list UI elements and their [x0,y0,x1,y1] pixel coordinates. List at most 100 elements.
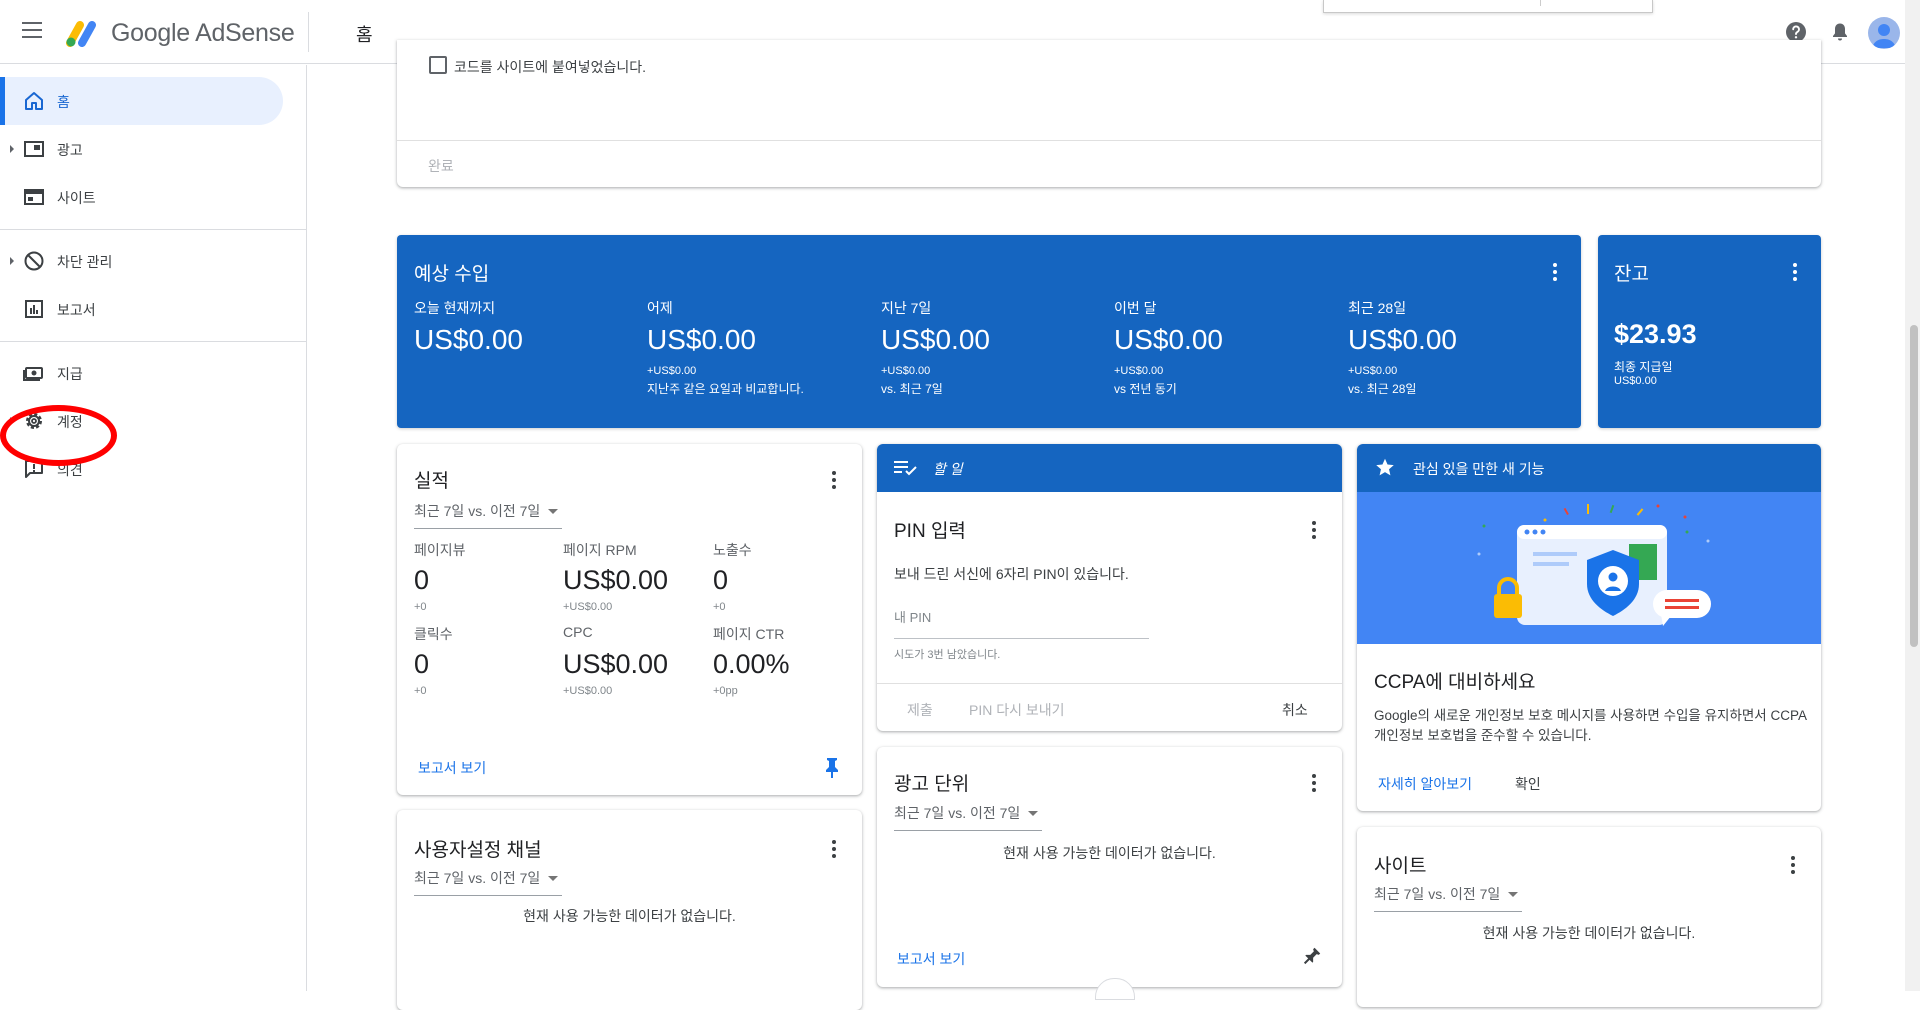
date-range-value: 최근 7일 vs. 이전 7일 [894,805,1021,821]
metric-value: 0 [414,565,430,595]
dropdown-caret-icon [1508,892,1519,897]
payments-highlight-ring [0,405,117,466]
last-payment-label: 최종 지급일 [1614,360,1673,374]
earnings-value: US$0.00 [647,324,756,355]
sidebar-item-blocking[interactable]: 차단 관리 [0,237,283,285]
date-range-select[interactable]: 최근 7일 vs. 이전 7일 [414,868,562,896]
earnings-delta: +US$0.00 [647,365,697,377]
more-options-icon[interactable] [1793,263,1797,281]
metric-delta: +0 [414,685,427,697]
confirm-button[interactable]: 확인 [1515,774,1541,794]
earnings-note: 지난주 같은 요일과 비교합니다. [647,382,804,396]
metric-delta: +0pp [713,685,738,697]
ad-unit-icon [24,141,44,157]
earnings-label: 오늘 현재까지 [414,300,496,316]
metric-label: 페이지 RPM [563,542,637,558]
sidebar-divider [0,341,306,342]
metric-label: 노출수 [713,542,752,558]
earnings-value: US$0.00 [881,324,990,355]
date-range-select[interactable]: 최근 7일 vs. 이전 7일 [894,803,1042,831]
page-scrollbar-thumb[interactable] [1910,325,1918,647]
sidebar-item-label: 차단 관리 [57,254,113,270]
pin-icon[interactable] [1301,947,1321,967]
header-divider [308,12,309,52]
sidebar-item-ads[interactable]: 광고 [0,125,283,173]
sidebar-item-home[interactable]: 홈 [0,77,283,125]
sidebar-item-payments[interactable]: 지급 [0,349,283,397]
earnings-label: 지난 7일 [881,300,932,316]
todo-header-label: 할 일 [933,461,963,477]
metric-value: US$0.00 [563,649,669,679]
estimated-earnings-card: 예상 수입 오늘 현재까지 US$0.00 어제 US$0.00 +US$0.0… [397,235,1581,428]
home-icon [25,92,43,110]
metric-value: 0 [713,565,729,595]
dropdown-caret-icon [1028,811,1039,816]
pin-icon[interactable] [824,757,840,779]
sidebar-item-label: 홈 [57,94,70,110]
card-title: 잔고 [1614,264,1649,285]
payments-icon [23,367,43,381]
more-options-icon[interactable] [1312,521,1316,539]
more-options-icon[interactable] [832,840,836,858]
card-title: 예상 수입 [414,264,490,285]
card-title: PIN 입력 [894,521,966,542]
metric-value: US$0.00 [563,565,669,595]
sidebar-divider [0,229,306,230]
cancel-button[interactable]: 취소 [1282,700,1308,720]
earnings-label: 어제 [647,300,673,316]
ad-units-card: 광고 단위 최근 7일 vs. 이전 7일 현재 사용 가능한 데이터가 없습니… [877,747,1342,987]
date-range-value: 최근 7일 vs. 이전 7일 [414,870,541,886]
metric-label: CPC [563,624,593,640]
earnings-delta: +US$0.00 [1348,365,1398,377]
dropdown-panel-edge [1323,0,1653,13]
sidebar-item-label: 광고 [57,142,83,158]
metric-label: 페이지뷰 [414,542,466,558]
pin-input[interactable]: 내 PIN [894,607,1149,639]
date-range-select[interactable]: 최근 7일 vs. 이전 7일 [414,501,562,529]
code-pasted-checkbox[interactable] [429,56,447,74]
metric-delta: +0 [713,601,726,613]
more-options-icon[interactable] [1312,774,1316,792]
earnings-note: vs. 최근 7일 [881,382,943,396]
card-title: 사이트 [1374,856,1427,877]
more-options-icon[interactable] [1791,856,1795,874]
sidebar-item-reports[interactable]: 보고서 [0,285,283,333]
more-options-icon[interactable] [1553,263,1557,281]
more-options-icon[interactable] [832,471,836,489]
adsense-logo-icon [66,21,96,47]
learn-more-link[interactable]: 자세히 알아보기 [1378,774,1472,794]
card-title: CCPA에 대비하세요 [1374,672,1536,693]
earnings-note: vs 전년 동기 [1114,382,1177,396]
resend-pin-button[interactable]: PIN 다시 보내기 [969,700,1065,720]
earnings-value: US$0.00 [1348,324,1457,355]
bar-chart-icon [25,300,43,318]
expand-arrow-icon[interactable] [10,257,14,265]
dropdown-caret-icon [548,876,559,881]
done-button[interactable]: 완료 [428,156,454,176]
view-report-link[interactable]: 보고서 보기 [418,758,486,778]
sidebar-nav: 홈 광고 사이트 차단 관리 보고서 지급 계정 의견 [0,65,307,991]
expand-arrow-icon[interactable] [10,145,14,153]
earnings-note: vs. 최근 28일 [1348,382,1417,396]
no-data-message: 현재 사용 가능한 데이터가 없습니다. [1482,925,1696,941]
sidebar-item-sites[interactable]: 사이트 [0,173,283,221]
sites-card: 사이트 최근 7일 vs. 이전 7일 현재 사용 가능한 데이터가 없습니다. [1357,827,1821,1007]
earnings-value: US$0.00 [1114,324,1223,355]
notifications-bell-icon[interactable] [1828,20,1852,44]
date-range-select[interactable]: 최근 7일 vs. 이전 7일 [1374,884,1522,912]
sidebar-item-label: 사이트 [57,190,96,206]
submit-button[interactable]: 제출 [907,700,933,720]
card-title: 광고 단위 [894,774,970,795]
metric-delta: +0 [414,601,427,613]
ccpa-illustration [1357,492,1821,644]
no-data-message: 현재 사용 가능한 데이터가 없습니다. [523,908,736,924]
sidebar-item-label: 보고서 [57,302,96,318]
dropdown-caret-icon [548,509,559,514]
view-report-link[interactable]: 보고서 보기 [897,949,965,969]
new-features-header-label: 관심 있을 만한 새 기능 [1413,461,1545,477]
earnings-label: 이번 달 [1114,300,1157,316]
main-menu-icon[interactable] [22,22,42,38]
checklist-icon [894,461,917,476]
date-range-value: 최근 7일 vs. 이전 7일 [1374,886,1501,902]
account-avatar[interactable] [1868,17,1900,49]
